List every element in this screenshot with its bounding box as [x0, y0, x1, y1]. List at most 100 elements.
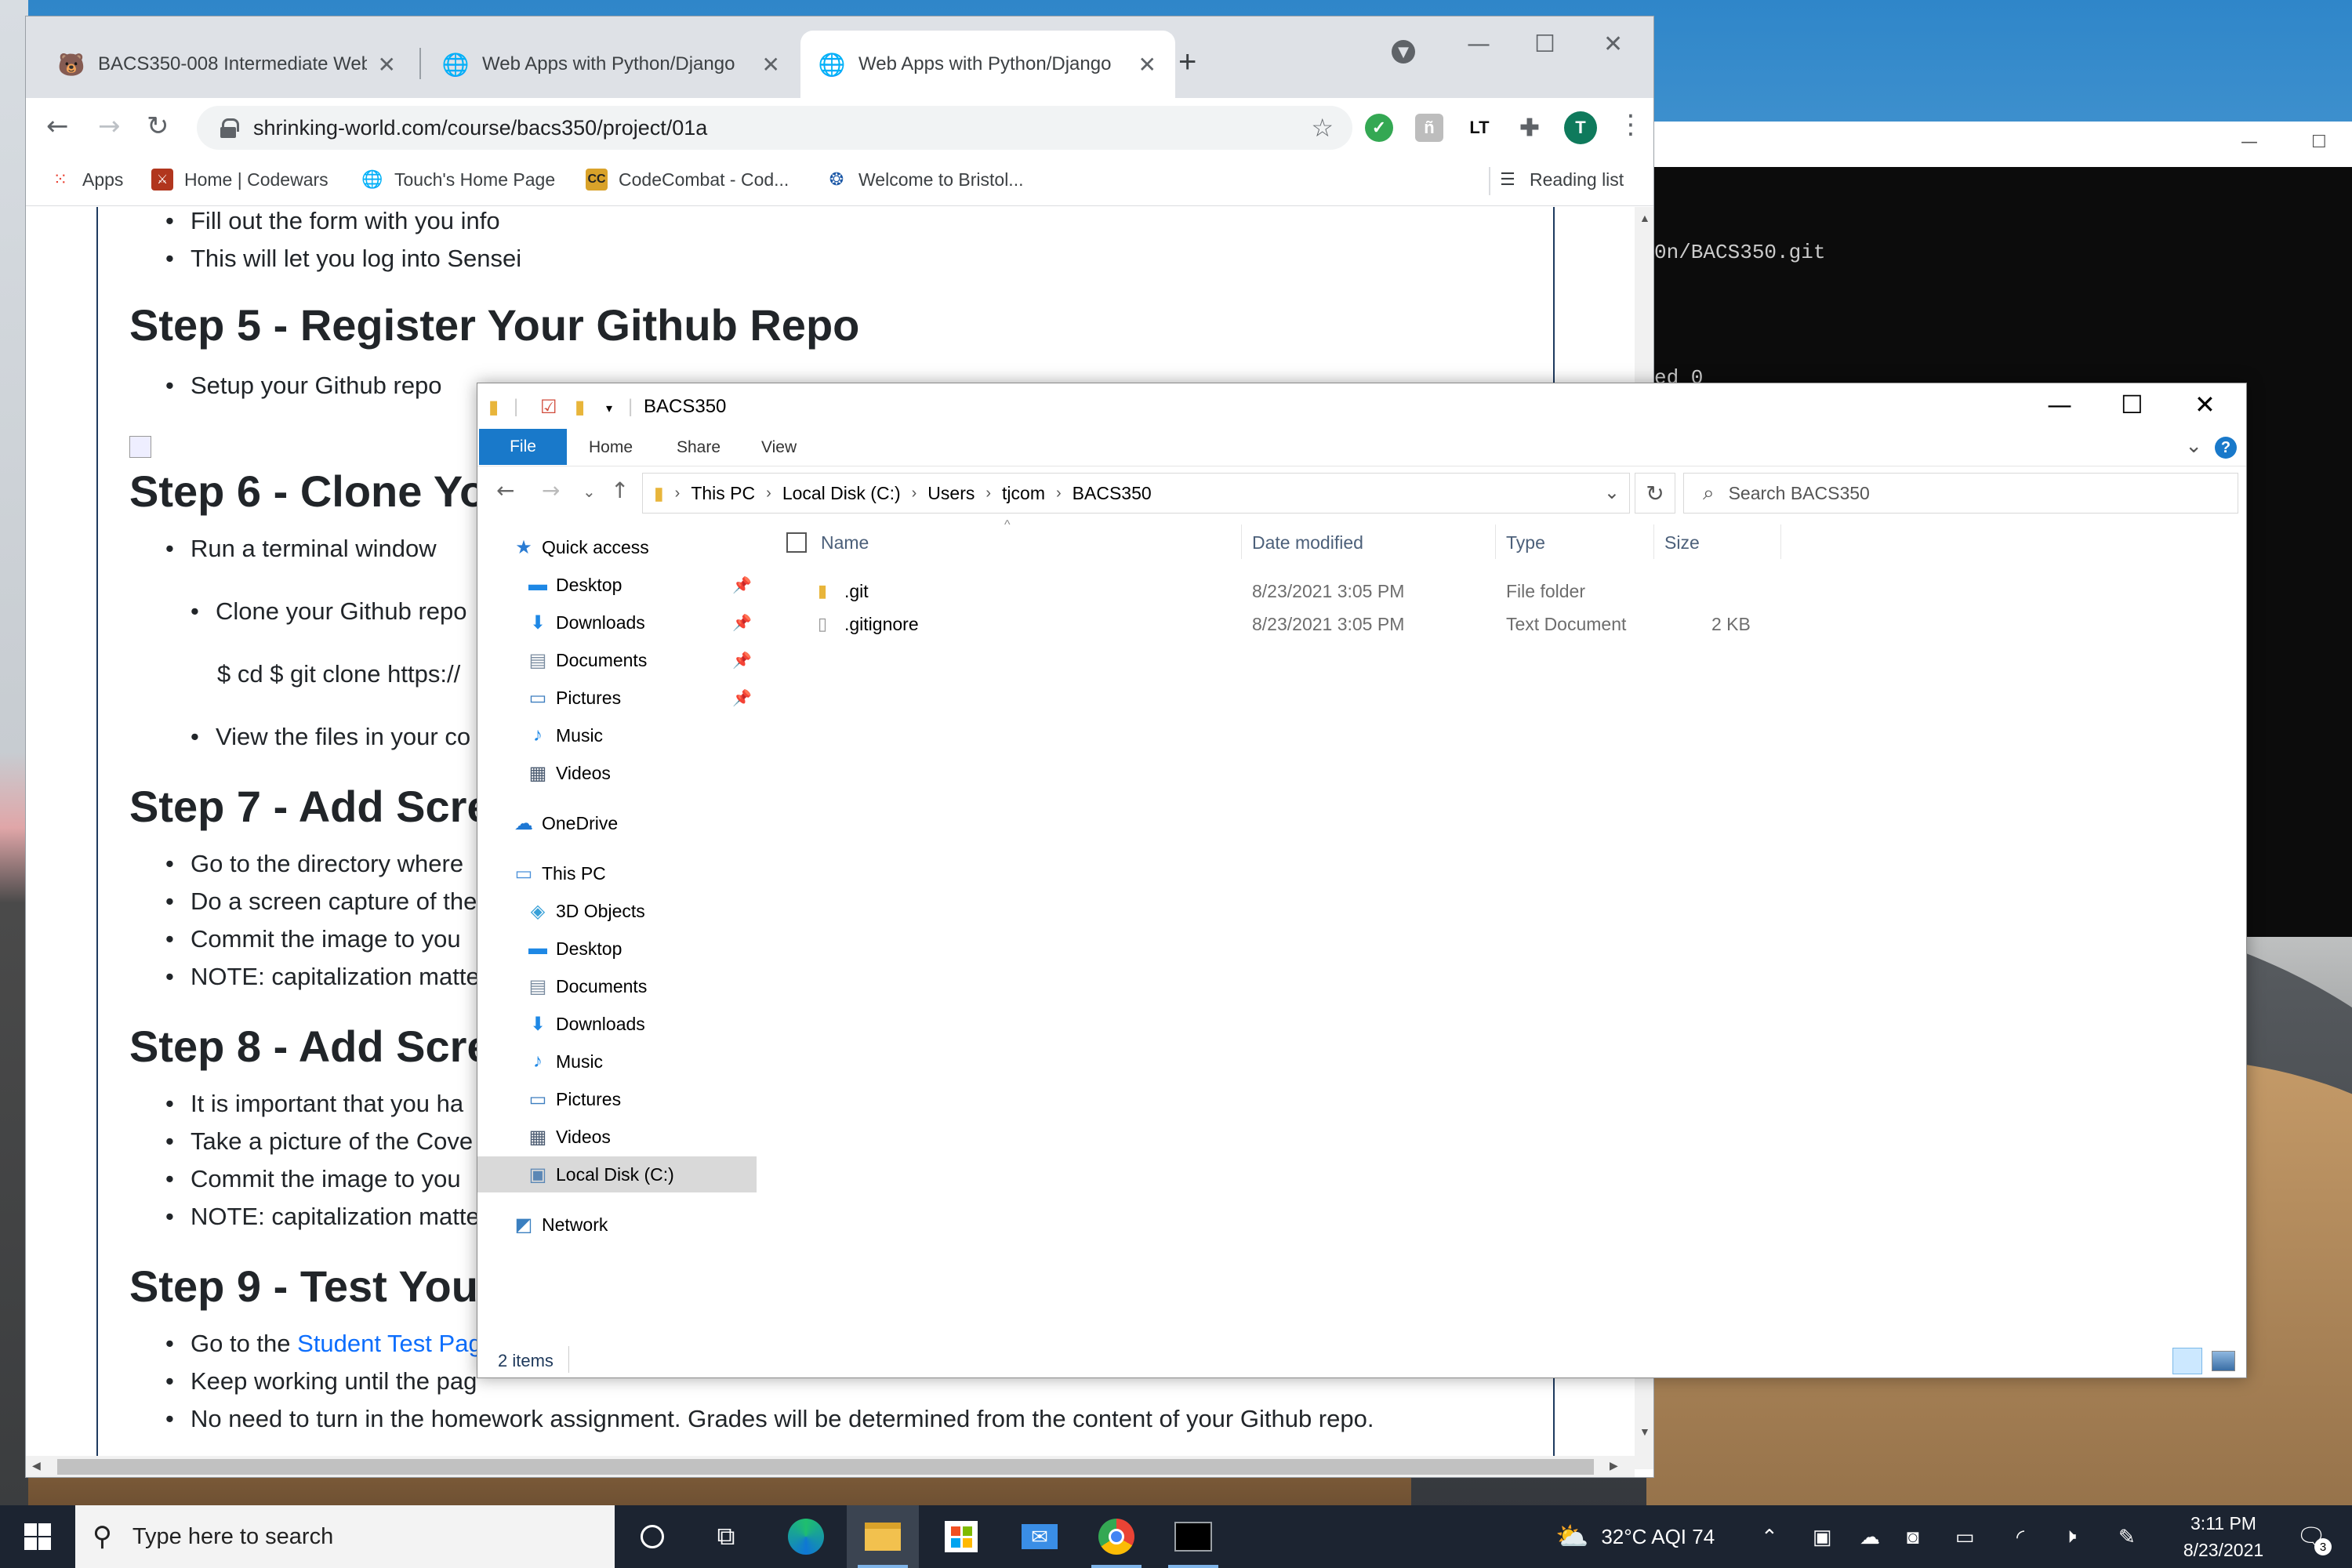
tab-web-apps-active[interactable]: 🌐 Web Apps with Python/Django ✕	[800, 31, 1175, 98]
column-name[interactable]: Name	[821, 532, 869, 554]
battery-icon[interactable]: ▭	[1955, 1505, 1975, 1568]
scroll-up-icon[interactable]: ▲	[1639, 212, 1650, 224]
forward-icon[interactable]: →	[98, 111, 121, 142]
wifi-icon[interactable]: ◜	[2016, 1505, 2024, 1568]
taskbar-chrome[interactable]	[1080, 1505, 1152, 1568]
terminal-titlebar[interactable]: — ☐	[1646, 122, 2352, 167]
volume-muted-icon[interactable]: 🕨	[2063, 1505, 2076, 1568]
languagetool-extension-icon[interactable]: LT	[1465, 114, 1494, 142]
nav-quick-access[interactable]: ★ Quick access	[512, 529, 793, 565]
nav-documents[interactable]: ▤ Documents 📌	[526, 642, 761, 678]
nav-downloads[interactable]: ⬇ Downloads 📌	[526, 604, 761, 641]
url-text[interactable]: shrinking-world.com/course/bacs350/proje…	[253, 116, 1311, 140]
bookmark-codewars[interactable]: ⚔ Home | Codewars	[151, 169, 328, 191]
back-icon[interactable]: ←	[496, 477, 514, 503]
column-separator[interactable]	[1241, 524, 1242, 559]
file-row-git[interactable]: ▮ .git 8/23/2021 3:05 PM File folder	[769, 575, 1788, 608]
nav-pc-music[interactable]: ♪ Music	[526, 1044, 761, 1080]
scroll-left-icon[interactable]: ◀	[32, 1459, 41, 1472]
taskbar-terminal[interactable]	[1157, 1505, 1229, 1568]
close-icon[interactable]: ✕	[378, 52, 396, 78]
reading-list-button[interactable]: ☰ Reading list	[1497, 169, 1624, 191]
address-bar[interactable]: shrinking-world.com/course/bacs350/proje…	[197, 106, 1352, 150]
tab-bacs350[interactable]: 🐻 BACS350-008 Intermediate Web ✕	[40, 31, 415, 98]
ribbon-tab-home[interactable]: Home	[589, 438, 633, 457]
column-date-modified[interactable]: Date modified	[1252, 532, 1363, 554]
column-separator[interactable]	[1495, 524, 1496, 559]
horizontal-scrollbar[interactable]: ◀ ▶	[26, 1456, 1635, 1477]
breadcrumb-local-disk[interactable]: Local Disk (C:)	[782, 483, 901, 504]
taskbar-file-explorer[interactable]	[847, 1505, 919, 1568]
nav-onedrive[interactable]: ☁ OneDrive	[512, 805, 793, 841]
nav-videos[interactable]: ▦ Videos	[526, 755, 761, 791]
security-icon[interactable]: ▣	[1813, 1505, 1832, 1568]
nav-3d-objects[interactable]: ◈ 3D Objects	[526, 893, 761, 929]
tab-web-apps[interactable]: 🌐 Web Apps with Python/Django ✕	[424, 31, 799, 98]
expand-ribbon-icon[interactable]: ⌄	[2185, 434, 2202, 458]
nav-music[interactable]: ♪ Music	[526, 717, 761, 753]
scrollbar-thumb[interactable]	[57, 1459, 1594, 1475]
forward-icon[interactable]: →	[542, 477, 560, 503]
chevron-right-icon[interactable]: ›	[1056, 485, 1062, 503]
details-view-icon[interactable]	[2172, 1348, 2202, 1374]
extension-icon[interactable]: ñ	[1415, 114, 1443, 142]
maximize-icon[interactable]: ☐	[2311, 132, 2327, 152]
nav-local-disk[interactable]: ▣ Local Disk (C:)	[477, 1156, 757, 1192]
nav-pictures[interactable]: ▭ Pictures 📌	[526, 680, 761, 716]
help-icon[interactable]: ?	[2215, 437, 2237, 459]
maximize-icon[interactable]: ☐	[2121, 390, 2143, 419]
taskbar-edge[interactable]	[773, 1505, 839, 1568]
breadcrumb-tjcom[interactable]: tjcom	[1002, 483, 1045, 504]
close-icon[interactable]: ✕	[2194, 390, 2216, 419]
address-dropdown-icon[interactable]: ⌄	[1604, 481, 1620, 504]
bookmark-codecombat[interactable]: CC CodeCombat - Cod...	[586, 169, 789, 191]
breadcrumb-this-pc[interactable]: This PC	[691, 483, 755, 504]
notification-center-button[interactable]: 🗨 3	[2288, 1505, 2335, 1568]
chevron-right-icon[interactable]: ›	[912, 485, 917, 503]
search-box[interactable]: ⌕	[1683, 473, 2238, 514]
puzzle-extensions-icon[interactable]: ✚	[1515, 114, 1544, 142]
up-icon[interactable]: ↑	[611, 477, 629, 503]
bookmark-bristol[interactable]: ❂ Welcome to Bristol...	[826, 169, 1024, 191]
explorer-titlebar[interactable]: ▮ | ☑ ▮ ▾ | BACS350 — ☐ ✕	[477, 383, 2246, 430]
minimize-icon[interactable]: —	[2241, 132, 2258, 152]
search-input[interactable]	[1728, 482, 2199, 504]
nav-pc-videos[interactable]: ▦ Videos	[526, 1119, 761, 1155]
bookmark-star-icon[interactable]: ☆	[1311, 113, 1334, 143]
taskbar-mail[interactable]: ✉	[1004, 1505, 1076, 1568]
properties-check-icon[interactable]: ☑	[540, 396, 557, 419]
chevron-right-icon[interactable]: ›	[766, 485, 771, 503]
close-icon[interactable]: ✕	[1603, 31, 1623, 58]
taskbar-store[interactable]	[925, 1505, 997, 1568]
reload-icon[interactable]: ↻	[147, 111, 169, 142]
ribbon-tab-file[interactable]: File	[479, 429, 567, 465]
menu-kebab-icon[interactable]: ⋮	[1617, 109, 1644, 140]
bookmark-touch-home[interactable]: 🌐 Touch's Home Page	[361, 169, 555, 191]
file-row-gitignore[interactable]: ▯ .gitignore 8/23/2021 3:05 PM Text Docu…	[769, 608, 1788, 641]
tab-search-icon[interactable]: ▼	[1392, 40, 1415, 64]
new-tab-button[interactable]: +	[1178, 45, 1196, 80]
grammar-check-extension-icon[interactable]: ✓	[1365, 114, 1393, 142]
minimize-icon[interactable]: —	[2047, 390, 2072, 419]
onedrive-icon[interactable]: ☁	[1860, 1505, 1880, 1568]
show-hidden-icons-icon[interactable]: ⌃	[1761, 1505, 1778, 1568]
cortana-button[interactable]	[619, 1505, 685, 1568]
task-view-button[interactable]: ⧉	[693, 1505, 759, 1568]
maximize-icon[interactable]: ☐	[1534, 31, 1555, 58]
column-separator[interactable]	[1653, 524, 1654, 559]
bookmark-apps[interactable]: ⁙ Apps	[49, 169, 124, 191]
back-icon[interactable]: ←	[46, 111, 69, 142]
address-bar[interactable]: ▮ › This PC › Local Disk (C:) › Users › …	[642, 473, 1630, 514]
nav-pc-desktop[interactable]: ▬ Desktop	[526, 931, 761, 967]
large-icons-view-icon[interactable]	[2212, 1351, 2235, 1371]
weather-widget[interactable]: ⛅ 32°C AQI 74	[1555, 1505, 1715, 1568]
ribbon-tab-view[interactable]: View	[761, 438, 797, 457]
ribbon-tab-share[interactable]: Share	[677, 438, 720, 457]
select-all-checkbox[interactable]	[786, 532, 807, 553]
quick-access-dropdown-icon[interactable]: ▾	[606, 401, 612, 416]
chevron-right-icon[interactable]: ›	[985, 485, 991, 503]
meet-now-icon[interactable]: ◙	[1907, 1505, 1919, 1568]
nav-desktop[interactable]: ▬ Desktop 📌	[526, 567, 761, 603]
student-test-page-link[interactable]: Student Test Pag	[297, 1330, 482, 1357]
recent-locations-icon[interactable]: ⌄	[583, 482, 596, 501]
